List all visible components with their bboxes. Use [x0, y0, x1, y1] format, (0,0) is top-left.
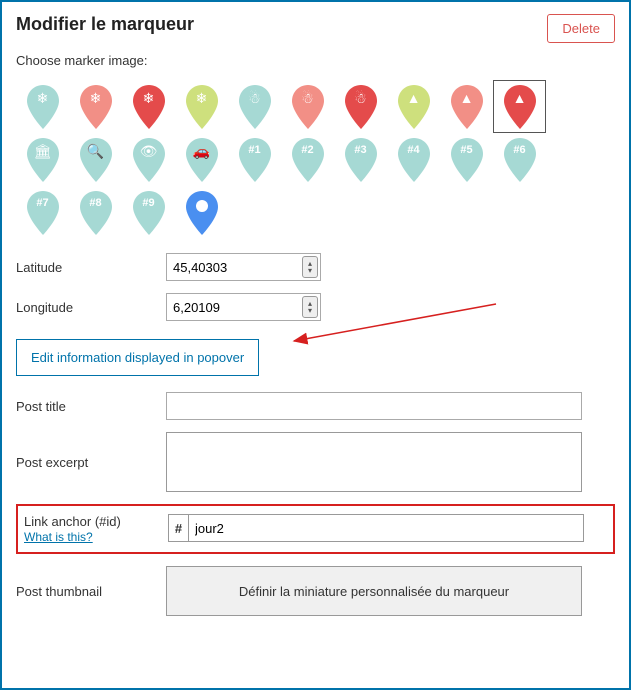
marker-glyph-icon: ❄: [131, 90, 167, 107]
panel-title: Modifier le marqueur: [16, 14, 194, 35]
link-anchor-label: Link anchor (#id): [24, 514, 168, 529]
link-anchor-input[interactable]: [189, 515, 583, 541]
longitude-stepper[interactable]: ▴▾: [302, 296, 318, 318]
marker-option[interactable]: #1: [228, 133, 281, 186]
marker-glyph-icon: 🔍: [78, 143, 114, 160]
marker-option[interactable]: #8: [69, 186, 122, 239]
marker-option[interactable]: 🏛: [16, 133, 69, 186]
marker-glyph-icon: ☃: [290, 90, 326, 107]
marker-text-icon: #7: [25, 197, 61, 209]
post-title-label: Post title: [16, 399, 166, 414]
post-excerpt-textarea[interactable]: [166, 432, 582, 492]
marker-glyph-icon: ▲: [396, 90, 432, 106]
marker-option[interactable]: 🔍: [69, 133, 122, 186]
choose-marker-label: Choose marker image:: [16, 53, 615, 68]
post-excerpt-row: Post excerpt: [16, 432, 615, 492]
marker-glyph-icon: ☃: [343, 90, 379, 107]
marker-option[interactable]: ❄: [16, 80, 69, 133]
marker-option[interactable]: ☃: [334, 80, 387, 133]
panel-header: Modifier le marqueur Delete: [16, 14, 615, 43]
what-is-this-link[interactable]: What is this?: [24, 530, 93, 544]
edit-popover-info-button[interactable]: Edit information displayed in popover: [16, 339, 259, 376]
edit-marker-panel: Modifier le marqueur Delete Choose marke…: [0, 0, 631, 690]
marker-option[interactable]: #4: [387, 133, 440, 186]
marker-option[interactable]: ❄: [122, 80, 175, 133]
marker-glyph-icon: ▲: [449, 90, 485, 106]
marker-option[interactable]: ❄: [69, 80, 122, 133]
marker-option[interactable]: ☃: [228, 80, 281, 133]
marker-glyph-icon: ❄: [78, 90, 114, 107]
delete-button[interactable]: Delete: [547, 14, 615, 43]
marker-option[interactable]: ❄: [175, 80, 228, 133]
hash-prefix: #: [169, 515, 189, 541]
marker-text-icon: #9: [131, 197, 167, 209]
marker-option[interactable]: #9: [122, 186, 175, 239]
longitude-row: Longitude ▴▾: [16, 293, 615, 321]
marker-option[interactable]: #5: [440, 133, 493, 186]
marker-option[interactable]: #6: [493, 133, 546, 186]
marker-text-icon: #5: [449, 144, 485, 156]
latitude-stepper[interactable]: ▴▾: [302, 256, 318, 278]
post-title-row: Post title: [16, 392, 615, 420]
marker-option[interactable]: #2: [281, 133, 334, 186]
marker-text-icon: #6: [502, 144, 538, 156]
marker-image-grid: ❄ ❄ ❄ ❄ ☃ ☃ ☃ ▲ ▲ ▲ 🏛 🔍 👁 🚗 #1 #2 #3 #4 #5 #6 #7 #8 #9: [16, 80, 556, 239]
latitude-input[interactable]: [166, 253, 321, 281]
link-anchor-input-wrap: #: [168, 514, 584, 542]
marker-glyph-icon: 👁: [131, 143, 167, 160]
latitude-label: Latitude: [16, 260, 166, 275]
longitude-label: Longitude: [16, 300, 166, 315]
post-title-input[interactable]: [166, 392, 582, 420]
link-anchor-section: Link anchor (#id) What is this? #: [16, 504, 615, 554]
marker-option[interactable]: ☃: [281, 80, 334, 133]
marker-glyph-icon: ☃: [237, 90, 273, 107]
marker-glyph-icon: ❄: [184, 90, 220, 107]
marker-option[interactable]: ▲: [387, 80, 440, 133]
marker-text-icon: #3: [343, 144, 379, 156]
post-thumbnail-row: Post thumbnail Définir la miniature pers…: [16, 566, 615, 616]
marker-glyph-icon: 🏛: [25, 143, 61, 160]
marker-text-icon: #2: [290, 144, 326, 156]
marker-text-icon: #8: [78, 197, 114, 209]
marker-text-icon: #1: [237, 144, 273, 156]
marker-glyph-icon: 🚗: [184, 143, 220, 160]
longitude-input[interactable]: [166, 293, 321, 321]
marker-text-icon: #4: [396, 144, 432, 156]
marker-option[interactable]: #7: [16, 186, 69, 239]
marker-glyph-icon: ▲: [502, 90, 538, 106]
marker-option[interactable]: 👁: [122, 133, 175, 186]
marker-option[interactable]: 🚗: [175, 133, 228, 186]
set-thumbnail-button[interactable]: Définir la miniature personnalisée du ma…: [166, 566, 582, 616]
marker-option[interactable]: ▲: [440, 80, 493, 133]
marker-option[interactable]: [175, 186, 228, 239]
post-thumbnail-label: Post thumbnail: [16, 584, 166, 599]
post-excerpt-label: Post excerpt: [16, 455, 166, 470]
latitude-row: Latitude ▴▾: [16, 253, 615, 281]
marker-option[interactable]: #3: [334, 133, 387, 186]
marker-glyph-icon: ❄: [25, 90, 61, 107]
marker-dot-icon: [196, 200, 208, 212]
marker-option[interactable]: ▲: [493, 80, 546, 133]
